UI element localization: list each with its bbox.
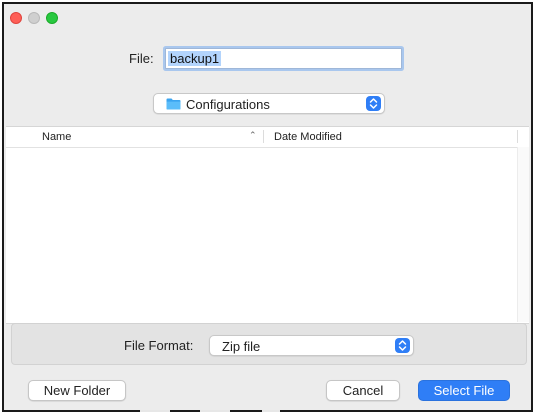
- file-browser-list[interactable]: Name ⌃ Date Modified: [6, 126, 529, 324]
- file-format-popup[interactable]: Zip file: [209, 335, 414, 356]
- select-file-button[interactable]: Select File: [418, 380, 510, 401]
- sort-ascending-icon[interactable]: ⌃: [249, 130, 257, 141]
- zoom-window-button[interactable]: [46, 12, 58, 24]
- column-header-date-modified[interactable]: Date Modified: [274, 131, 342, 143]
- title-bar[interactable]: [4, 4, 531, 32]
- background-edge: [140, 410, 170, 412]
- location-value: Configurations: [186, 97, 270, 112]
- folder-icon: [166, 98, 181, 110]
- file-name-label: File:: [129, 51, 154, 66]
- background-edge: [262, 410, 280, 412]
- save-dialog-window: File: backup1 Configurations Name ⌃ Date…: [2, 2, 533, 412]
- file-format-stepper-icon[interactable]: [395, 338, 410, 353]
- file-format-value: Zip file: [222, 339, 261, 354]
- minimize-window-button[interactable]: [28, 12, 40, 24]
- close-window-button[interactable]: [10, 12, 22, 24]
- location-stepper-icon[interactable]: [366, 96, 381, 111]
- file-format-panel: File Format: Zip file: [11, 323, 527, 365]
- file-name-input[interactable]: backup1: [165, 48, 402, 69]
- background-edge: [200, 410, 230, 412]
- file-name-value[interactable]: backup1: [168, 51, 222, 66]
- column-divider[interactable]: [263, 130, 264, 143]
- vertical-scrollbar[interactable]: [517, 147, 529, 322]
- file-format-label: File Format:: [124, 338, 194, 353]
- location-popup[interactable]: Configurations: [153, 93, 385, 114]
- cancel-button[interactable]: Cancel: [326, 380, 400, 401]
- list-header: Name ⌃ Date Modified: [6, 127, 529, 148]
- column-header-name[interactable]: Name: [42, 131, 71, 143]
- new-folder-button[interactable]: New Folder: [28, 380, 126, 401]
- column-divider[interactable]: [517, 130, 518, 143]
